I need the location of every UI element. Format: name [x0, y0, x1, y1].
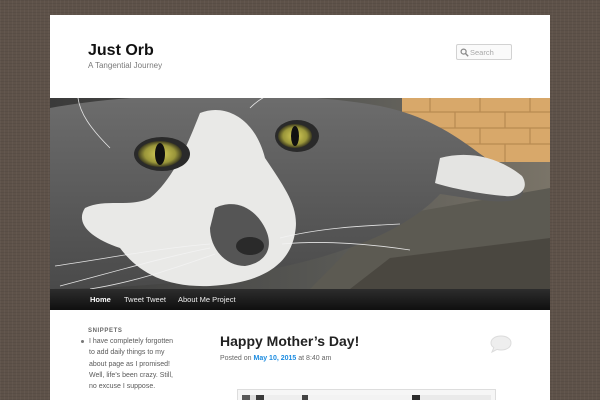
site-title[interactable]: Just Orb: [88, 42, 154, 60]
post-time: 8:40 am: [306, 355, 332, 362]
header-banner-image: [50, 98, 550, 289]
search-icon: [460, 48, 469, 57]
nav-item-tweet-tweet[interactable]: Tweet Tweet: [124, 289, 166, 310]
post-title[interactable]: Happy Mother’s Day!: [220, 333, 359, 349]
posted-on-label: Posted on: [220, 355, 252, 362]
nav-item-about-me-project[interactable]: About Me Project: [178, 289, 236, 310]
at-label: at: [298, 355, 305, 362]
search-box[interactable]: [456, 44, 512, 60]
post-date-link[interactable]: May 10, 2015: [253, 355, 296, 362]
post-image-preview: [242, 395, 491, 400]
list-bullet: [81, 340, 84, 343]
snippet-line: I have completely forgotten: [89, 338, 174, 345]
main-navigation: Home Tweet Tweet About Me Project: [50, 289, 550, 310]
post-meta: Posted on May 10, 2015 at 8:40 am: [220, 355, 331, 362]
snippet-line: to add daily things to my: [89, 349, 165, 357]
nav-item-home[interactable]: Home: [90, 289, 111, 310]
site-description: A Tangential Journey: [88, 61, 163, 70]
post-image: [237, 389, 496, 400]
search-input[interactable]: [470, 46, 510, 58]
comment-bubble-icon[interactable]: [489, 334, 513, 358]
snippets-list: I have completely forgotten to add daily…: [80, 336, 180, 392]
snippet-item: I have completely forgotten to add daily…: [80, 336, 180, 392]
page: Just Orb A Tangential Journey Search Hom…: [50, 15, 550, 400]
snippet-line: no excuse I suppose.: [89, 383, 156, 391]
widget-title: SNIPPETS: [88, 328, 123, 334]
snippet-line: about page as I promised!: [89, 360, 170, 368]
snippet-line: Well, life's been crazy. Still,: [89, 371, 173, 379]
